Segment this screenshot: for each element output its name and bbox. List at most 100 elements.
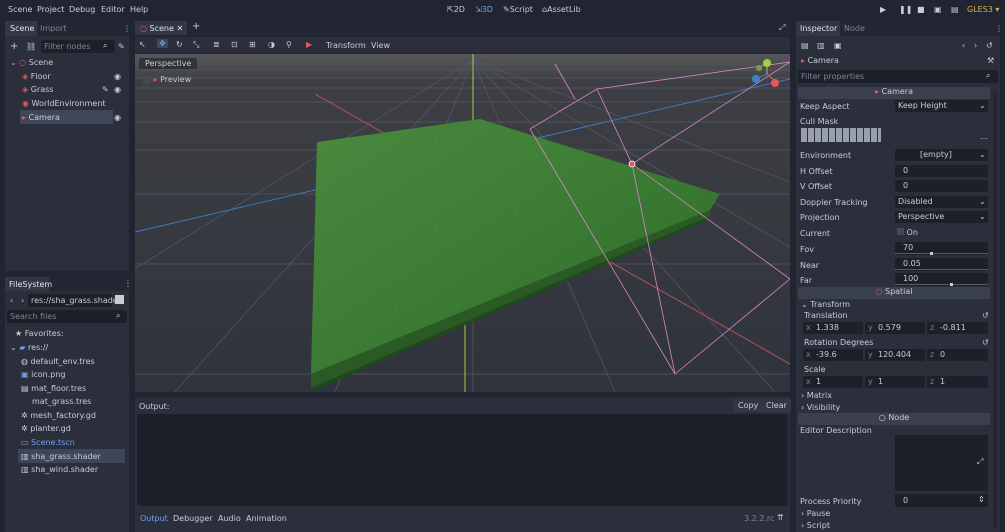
cull-mask-grid[interactable] xyxy=(801,128,881,142)
editor-description-textarea[interactable]: ⤢ xyxy=(895,435,988,491)
workspace-script[interactable]: ✎Script xyxy=(503,5,533,14)
output-log[interactable] xyxy=(137,414,788,506)
add-tab-icon[interactable]: + xyxy=(192,21,200,32)
file-item[interactable]: ▣ icon.png xyxy=(21,370,65,379)
keep-aspect-select[interactable]: Keep Height ⌄ xyxy=(895,100,988,112)
tab-audio[interactable]: Audio xyxy=(218,514,241,523)
scale-tool-icon[interactable]: ⤡ xyxy=(193,40,199,50)
forward-icon[interactable]: › xyxy=(21,296,24,305)
history-back-icon[interactable]: ‹ xyxy=(962,41,965,50)
tab-debugger[interactable]: Debugger xyxy=(173,514,213,523)
workspace-3d[interactable]: ⇲3D xyxy=(475,5,493,14)
play-icon[interactable]: ▶ xyxy=(880,5,886,14)
fov-slider[interactable]: 70 xyxy=(895,242,988,255)
menu-dots-icon[interactable]: ⋮ xyxy=(123,24,131,33)
environment-picker[interactable]: [empty] ⌄ xyxy=(895,149,988,161)
menu-project[interactable]: Project xyxy=(37,5,64,14)
projection-select[interactable]: Perspective ⌄ xyxy=(895,211,988,223)
rotate-tool-icon[interactable]: ↻ xyxy=(176,40,183,49)
tree-item-floor[interactable]: ◈ Floor xyxy=(22,72,51,81)
tab-output[interactable]: Output xyxy=(140,514,168,523)
history-forward-icon[interactable]: › xyxy=(974,41,977,50)
renderer-select[interactable]: GLES3 ▾ xyxy=(967,5,999,14)
menu-scene[interactable]: Scene xyxy=(8,5,32,14)
tab-import[interactable]: Import xyxy=(40,24,67,33)
scale-y[interactable]: y1 xyxy=(865,376,925,388)
file-item[interactable]: ◍ default_env.tres xyxy=(21,357,95,366)
path-field[interactable]: res://sha_grass.shade xyxy=(28,294,118,307)
clear-button[interactable]: Clear xyxy=(762,399,791,412)
matrix-group[interactable]: › Matrix xyxy=(801,391,832,400)
doppler-select[interactable]: Disabled ⌄ xyxy=(895,196,988,208)
translation-z[interactable]: z -0.811 xyxy=(927,322,988,334)
close-icon[interactable]: ✕ xyxy=(176,24,183,33)
process-priority-spinbox[interactable]: 0 ⇕ xyxy=(895,494,988,507)
scale-x[interactable]: x1 xyxy=(803,376,863,388)
back-icon[interactable]: ‹ xyxy=(10,296,13,305)
menu-dots-icon[interactable]: ⋮ xyxy=(995,24,1000,33)
filter-nodes-input[interactable]: Filter nodes ⌕ xyxy=(41,40,115,53)
object-tools-icon[interactable]: ⚒ xyxy=(987,56,994,65)
tab-filesystem[interactable]: FileSystem xyxy=(5,277,52,291)
move-tool-icon[interactable]: ✥ xyxy=(157,39,168,48)
visibility-eye-icon[interactable]: ◉ xyxy=(114,113,121,122)
lock-icon[interactable]: ⊡ xyxy=(231,40,238,49)
favorites-item[interactable]: ★ Favorites: xyxy=(15,329,64,338)
file-item[interactable]: ▤ mat_floor.tres xyxy=(21,384,86,393)
link-icon[interactable]: ⛓ xyxy=(26,42,36,51)
split-mode-icon[interactable] xyxy=(115,295,124,304)
tab-scene-file[interactable]: ○ Scene ✕ xyxy=(135,21,187,35)
pin-icon[interactable]: ⇈ xyxy=(777,513,784,522)
menu-dots-icon[interactable]: ⋮ xyxy=(124,279,132,288)
snap-icon[interactable]: ⚲ xyxy=(286,40,292,49)
stop-icon[interactable]: ■ xyxy=(917,5,925,14)
preview-checkbox[interactable]: ▸ Preview xyxy=(143,75,191,84)
more-icon[interactable]: … xyxy=(980,132,988,141)
transform-menu[interactable]: Transform xyxy=(326,41,366,50)
translation-x[interactable]: x 1.338 xyxy=(803,322,863,334)
near-slider[interactable]: 0.05 xyxy=(895,258,988,271)
filter-properties-input[interactable]: Filter properties ⌕ xyxy=(798,70,998,83)
history-icon[interactable]: ↺ xyxy=(986,41,993,50)
current-checkbox[interactable]: On xyxy=(897,228,918,237)
tree-item-worldenvironment[interactable]: ◉ WorldEnvironment xyxy=(22,99,106,108)
script-group[interactable]: › Script xyxy=(801,521,830,530)
workspace-assetlib[interactable]: ⌂AssetLib xyxy=(542,5,581,14)
play-custom-icon[interactable]: ▤ xyxy=(951,5,959,14)
menu-debug[interactable]: Debug xyxy=(69,5,95,14)
add-node-icon[interactable]: + xyxy=(10,41,18,52)
rotation-z[interactable]: z0 xyxy=(927,349,988,361)
open-resource-icon[interactable]: ▥ xyxy=(817,41,825,50)
copy-button[interactable]: Copy xyxy=(734,399,763,412)
menu-help[interactable]: Help xyxy=(130,5,148,14)
file-item[interactable]: ✲ mesh_factory.gd xyxy=(21,411,96,420)
tab-animation[interactable]: Animation xyxy=(246,514,287,523)
tab-inspector[interactable]: Inspector xyxy=(796,21,840,36)
tab-scene[interactable]: Scene xyxy=(5,21,37,36)
play-scene-icon[interactable]: ▣ xyxy=(934,5,942,14)
h-offset-field[interactable]: 0 xyxy=(895,165,988,177)
file-item-selected[interactable]: ▥ sha_grass.shader xyxy=(21,452,101,461)
search-files-input[interactable]: Search files ⌕ xyxy=(7,310,127,323)
inspector-scrollbar[interactable] xyxy=(993,91,997,529)
file-item[interactable]: ▥ sha_wind.shader xyxy=(21,465,98,474)
expand-icon[interactable]: ⤢ xyxy=(977,457,983,467)
camera-override-icon[interactable]: ▶ xyxy=(306,40,312,49)
tab-node[interactable]: Node xyxy=(844,24,865,33)
v-offset-field[interactable]: 0 xyxy=(895,180,988,192)
select-tool-icon[interactable]: ↖ xyxy=(139,40,146,49)
new-resource-icon[interactable]: ▤ xyxy=(801,41,809,50)
viewport-3d[interactable]: Perspective ▸ Preview xyxy=(135,54,790,392)
tree-item-grass[interactable]: ◈ Grass xyxy=(22,85,53,94)
object-selector[interactable]: ▸ Camera xyxy=(801,56,839,65)
tree-item-scene[interactable]: ⌄ ○ Scene xyxy=(10,58,129,71)
revert-icon[interactable]: ↺ xyxy=(982,338,989,347)
file-item[interactable]: ▭ Scene.tscn xyxy=(21,438,75,447)
transform-group[interactable]: ⌄ Transform xyxy=(801,300,850,309)
far-slider[interactable]: 100 xyxy=(895,273,988,286)
local-space-icon[interactable]: ◑ xyxy=(268,40,275,49)
view-menu[interactable]: View xyxy=(371,41,390,50)
folder-res[interactable]: ⌄ ▰ res:// xyxy=(10,343,48,352)
rotation-x[interactable]: x -39.6 xyxy=(803,349,863,361)
list-select-icon[interactable]: ≣ xyxy=(213,40,220,49)
